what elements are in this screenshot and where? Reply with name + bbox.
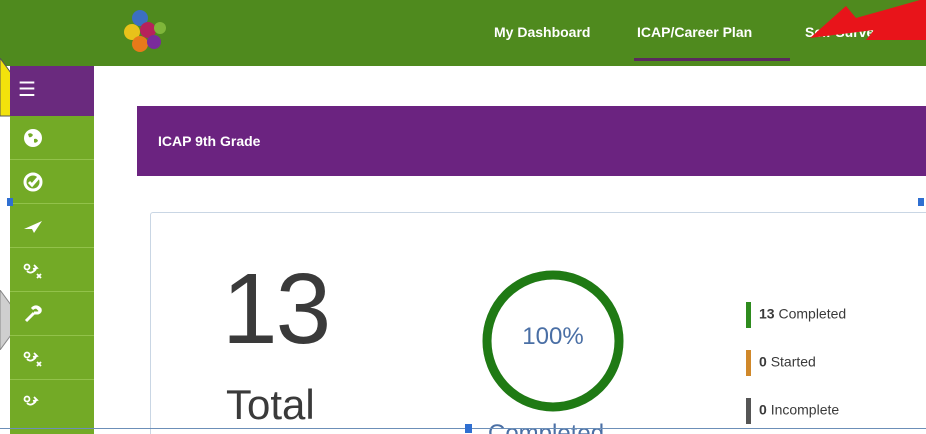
stat-label: Incomplete (770, 401, 840, 418)
stat-count: 0 (759, 401, 767, 418)
status-bar (746, 398, 751, 424)
wrench-icon (24, 305, 42, 323)
total-count: 13 (222, 253, 331, 365)
sidebar-item-check[interactable] (10, 160, 94, 204)
annotation-arrow-icon (810, 0, 926, 40)
strategy-icon (23, 395, 39, 406)
stat-count: 0 (759, 353, 767, 370)
stat-label: Completed (778, 305, 847, 322)
sidebar-item-strategy-3[interactable] (10, 380, 94, 424)
hamburger-icon[interactable]: ☰ (18, 76, 74, 104)
selection-handle (465, 424, 472, 433)
paper-plane-icon (24, 221, 42, 233)
stat-started: 0 Started (746, 350, 816, 376)
strategy-icon (23, 351, 42, 367)
sidebar-item-globe[interactable] (10, 116, 94, 160)
nav-my-dashboard[interactable]: My Dashboard (494, 24, 590, 40)
sidebar-item-strategy-2[interactable] (10, 336, 94, 380)
active-tab-indicator (634, 58, 790, 61)
selection-border (0, 428, 926, 429)
app-logo[interactable] (114, 8, 174, 60)
completion-label: Completed (488, 420, 605, 434)
stat-completed: 13 Completed (746, 302, 846, 328)
sidebar (10, 116, 94, 434)
sidebar-item-send[interactable] (10, 204, 94, 248)
strategy-icon (23, 263, 42, 279)
selection-handle (7, 198, 13, 206)
total-label: Total (226, 381, 315, 428)
stat-incomplete: 0 Incomplete (746, 398, 839, 424)
selection-handle (918, 198, 924, 206)
check-badge-icon (23, 172, 43, 192)
sidebar-item-tools[interactable] (10, 292, 94, 336)
status-bar (746, 350, 751, 376)
globe-icon (24, 129, 42, 147)
status-bar (746, 302, 751, 328)
completion-percent: 100% (522, 323, 584, 350)
stat-label: Started (770, 353, 816, 370)
stat-count: 13 (759, 305, 775, 322)
page-title: ICAP 9th Grade (158, 133, 261, 149)
sidebar-item-strategy[interactable] (10, 248, 94, 292)
nav-icap-career-plan[interactable]: ICAP/Career Plan (637, 24, 752, 40)
